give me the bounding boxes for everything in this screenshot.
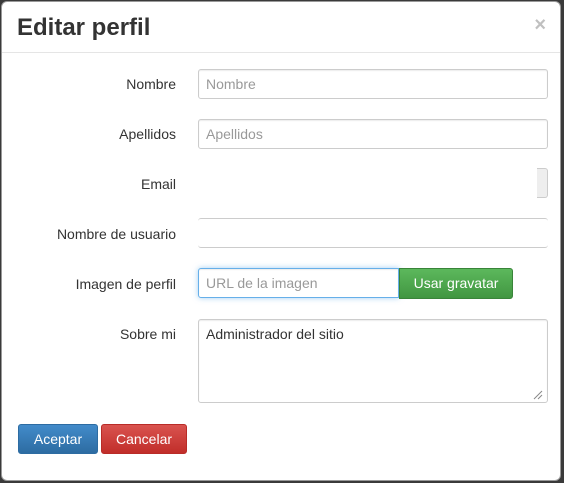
cancel-button[interactable]: Cancelar: [101, 424, 187, 454]
imagen-label: Imagen de perfil: [75, 276, 176, 292]
modal-title: Editar perfil: [17, 14, 151, 41]
email-field[interactable]: [537, 168, 548, 198]
apellidos-input[interactable]: [198, 119, 548, 149]
email-label: Email: [140, 176, 176, 192]
username-label: Nombre de usuario: [56, 226, 176, 242]
apellidos-label: Apellidos: [119, 126, 176, 142]
image-url-input[interactable]: [198, 268, 399, 298]
accept-button[interactable]: Aceptar: [18, 424, 98, 454]
close-icon[interactable]: ×: [534, 15, 546, 35]
use-gravatar-button[interactable]: Usar gravatar: [399, 268, 513, 299]
about-me-textarea[interactable]: Administrador del sitio: [198, 319, 548, 403]
modal-header: Editar perfil ×: [2, 2, 560, 53]
nombre-label: Nombre: [126, 76, 176, 92]
resize-grip-icon[interactable]: [531, 388, 543, 400]
nombre-input[interactable]: [198, 69, 548, 99]
username-field[interactable]: [198, 218, 548, 248]
edit-profile-modal: Editar perfil × Nombre Apellidos Email N…: [1, 1, 561, 481]
sobre-mi-label: Sobre mi: [119, 326, 176, 342]
